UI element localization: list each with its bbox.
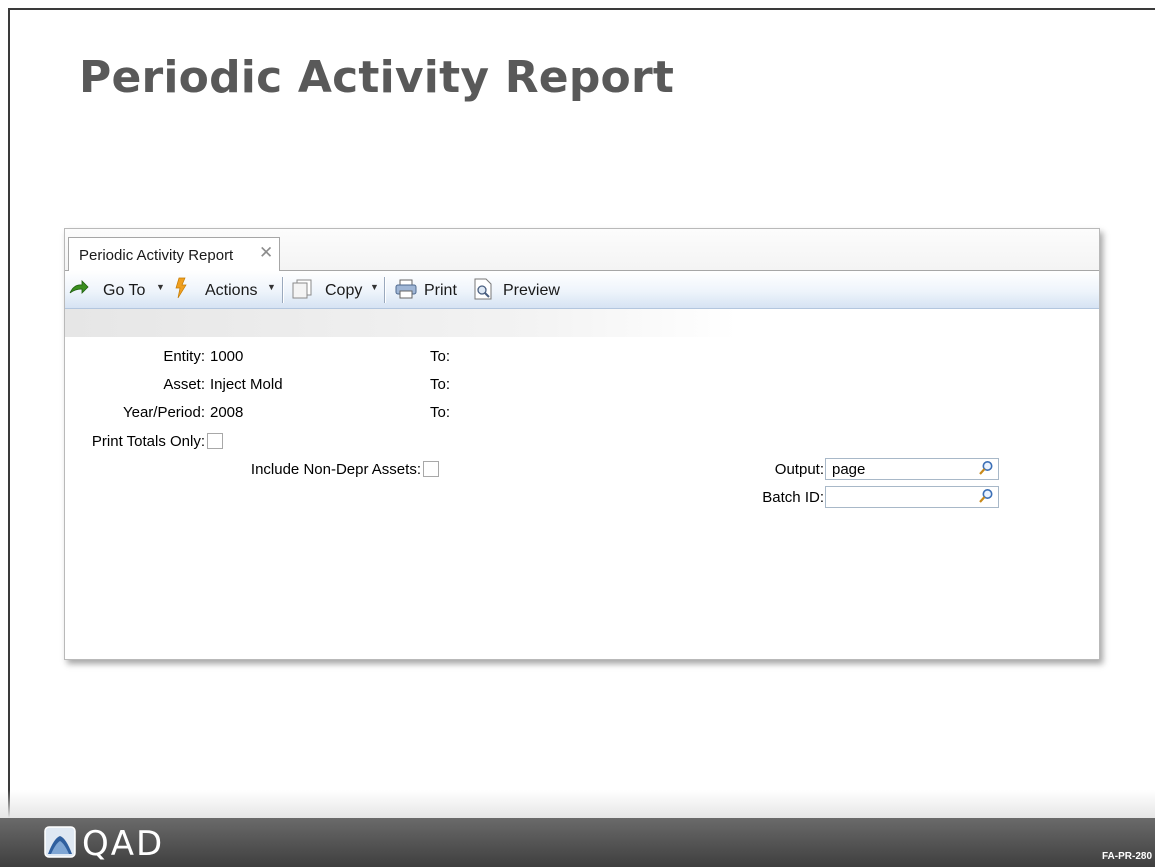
include-non-depr-assets-label: Include Non-Depr Assets: — [250, 461, 421, 478]
actions-dropdown-caret[interactable]: ▼ — [267, 282, 276, 292]
year-period-label: Year/Period: — [122, 404, 205, 421]
print-button[interactable]: Print — [424, 282, 457, 300]
preview-button[interactable]: Preview — [503, 282, 560, 300]
tab-strip: Periodic Activity Report ✕ — [65, 229, 1099, 272]
tab-label: Periodic Activity Report — [79, 247, 234, 264]
toolbar-separator — [282, 277, 283, 303]
tab-periodic-activity-report[interactable]: Periodic Activity Report ✕ — [68, 237, 280, 272]
footer-bar: QAD FA-PR-280 — [0, 818, 1155, 867]
print-totals-only-checkbox[interactable] — [207, 433, 223, 449]
copy-icon[interactable] — [291, 279, 313, 304]
form-header-bar — [65, 309, 1099, 337]
output-label: Output: — [774, 461, 824, 478]
slide-title: Periodic Activity Report — [79, 52, 675, 103]
output-field[interactable]: page — [825, 458, 999, 480]
entity-label: Entity: — [163, 348, 205, 365]
entity-field[interactable]: 1000 — [210, 348, 243, 365]
preview-icon[interactable] — [473, 278, 493, 305]
print-icon[interactable] — [395, 279, 417, 304]
output-value: page — [832, 461, 866, 478]
copy-dropdown-caret[interactable]: ▼ — [370, 282, 379, 292]
qad-logo-icon — [44, 826, 76, 863]
actions-button[interactable]: Actions — [205, 282, 257, 300]
toolbar-separator — [384, 277, 385, 303]
lookup-magnifier-icon[interactable] — [978, 460, 994, 480]
goto-dropdown-caret[interactable]: ▼ — [156, 282, 165, 292]
asset-label: Asset: — [163, 376, 205, 393]
year-period-to-label: To: — [429, 404, 450, 421]
actions-flash-icon[interactable] — [173, 277, 187, 304]
batch-id-label: Batch ID: — [762, 489, 824, 506]
slide-code: FA-PR-280 — [1101, 851, 1152, 862]
app-window: Periodic Activity Report ✕ Go To ▼ Actio… — [64, 228, 1100, 660]
include-non-depr-assets-checkbox[interactable] — [423, 461, 439, 477]
toolbar: Go To ▼ Actions ▼ Copy ▼ Print Preview — [65, 271, 1099, 309]
copy-button[interactable]: Copy — [325, 282, 362, 300]
qad-logo-text: QAD — [82, 824, 165, 864]
entity-to-label: To: — [429, 348, 450, 365]
report-form: Entity: 1000 To: Asset: Inject Mold To: … — [65, 337, 1099, 659]
footer-fade — [0, 790, 1155, 818]
batch-id-field[interactable] — [825, 486, 999, 508]
lookup-magnifier-icon[interactable] — [978, 488, 994, 508]
goto-arrow-icon[interactable] — [69, 280, 89, 301]
close-icon[interactable]: ✕ — [259, 243, 273, 263]
year-period-field[interactable]: 2008 — [210, 404, 243, 421]
asset-field[interactable]: Inject Mold — [210, 376, 283, 393]
print-totals-only-label: Print Totals Only: — [91, 433, 205, 450]
asset-to-label: To: — [429, 376, 450, 393]
goto-button[interactable]: Go To — [103, 282, 145, 300]
